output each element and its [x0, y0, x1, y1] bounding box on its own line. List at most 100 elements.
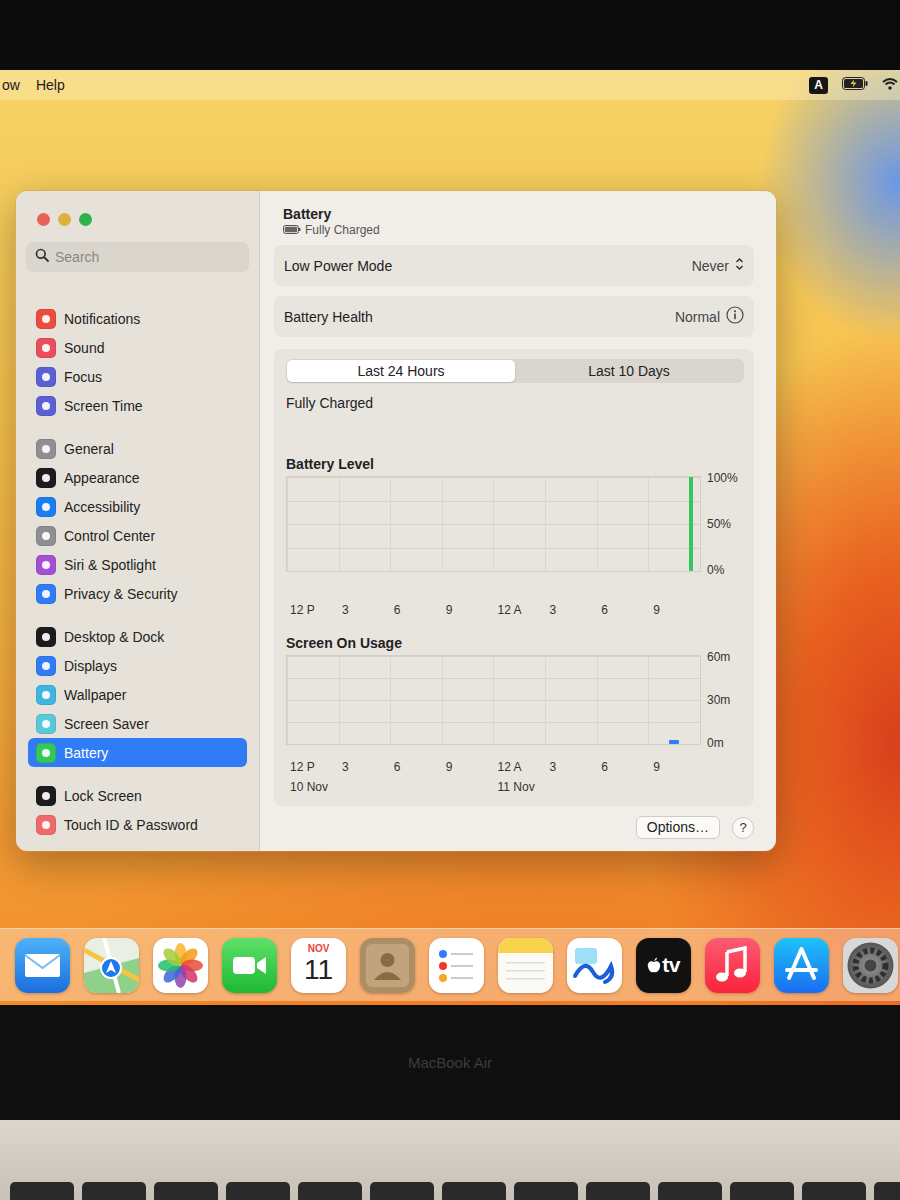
keyboard-key[interactable]: [226, 1182, 290, 1200]
usage-panel: Last 24 HoursLast 10 DaysFully ChargedBa…: [274, 349, 754, 806]
settings-icon: [36, 714, 56, 734]
sidebar-group: Lock ScreenTouch ID & Password: [16, 781, 259, 839]
magnifier-icon: [35, 248, 49, 266]
input-source-badge[interactable]: A: [809, 77, 828, 94]
keyboard-key[interactable]: [874, 1182, 900, 1200]
pane-title: Battery: [283, 205, 754, 223]
screen-usage-chart: Screen On Usage60m30m0m12 P36912 A36910 …: [286, 635, 744, 794]
sidebar-item[interactable]: Siri & Spotlight: [28, 550, 247, 579]
keyboard-key[interactable]: [802, 1182, 866, 1200]
keyboard-key[interactable]: [154, 1182, 218, 1200]
zoom-button[interactable]: [79, 213, 92, 226]
settings-icon: [36, 367, 56, 387]
keyboard-key[interactable]: [442, 1182, 506, 1200]
keyboard-key[interactable]: [82, 1182, 146, 1200]
sidebar-item[interactable]: Sound: [28, 333, 247, 362]
sidebar-item[interactable]: General: [28, 434, 247, 463]
settings-icon: [36, 497, 56, 517]
sidebar-item[interactable]: Lock Screen: [28, 781, 247, 810]
facetime-icon[interactable]: [222, 938, 277, 993]
keyboard-key[interactable]: [10, 1182, 74, 1200]
keyboard-key[interactable]: [730, 1182, 794, 1200]
sidebar-item[interactable]: Focus: [28, 362, 247, 391]
settings-icon: [36, 338, 56, 358]
low-power-row: Low Power ModeNever: [274, 245, 754, 286]
pane-header: BatteryFully Charged: [274, 205, 754, 245]
settings-window: NotificationsSoundFocusScreen Time Genera…: [15, 190, 777, 852]
sidebar-item[interactable]: Displays: [28, 651, 247, 680]
maps-icon[interactable]: [84, 938, 139, 993]
keyboard-key[interactable]: [658, 1182, 722, 1200]
contacts-icon[interactable]: [360, 938, 415, 993]
y-axis: 60m30m0m: [707, 650, 730, 750]
app-store-icon[interactable]: [774, 938, 829, 993]
range-tab[interactable]: Last 24 Hours: [287, 360, 515, 382]
sidebar-item[interactable]: Appearance: [28, 463, 247, 492]
menu-item[interactable]: ow: [2, 77, 20, 93]
search-field[interactable]: [26, 242, 249, 272]
settings-icon: [36, 786, 56, 806]
sidebar-list: NotificationsSoundFocusScreen Time Genera…: [16, 304, 259, 839]
menu-item[interactable]: Help: [36, 77, 65, 93]
sidebar-group: GeneralAppearanceAccessibilityControl Ce…: [16, 434, 259, 608]
menu-bar: ow Help A: [0, 70, 900, 100]
apple-tv-icon[interactable]: tv: [636, 938, 691, 993]
search-input[interactable]: [55, 249, 240, 265]
help-button[interactable]: ?: [732, 817, 754, 839]
range-tab[interactable]: Last 10 Days: [515, 360, 743, 382]
keyboard-key[interactable]: [370, 1182, 434, 1200]
screen-bezel-top: [0, 0, 900, 70]
keyboard-key[interactable]: [514, 1182, 578, 1200]
music-icon[interactable]: [705, 938, 760, 993]
settings-icon: [36, 656, 56, 676]
sidebar-item[interactable]: Accessibility: [28, 492, 247, 521]
sidebar: NotificationsSoundFocusScreen Time Genera…: [16, 191, 260, 851]
mode-popup[interactable]: Never: [692, 257, 744, 274]
stepper-icon: [735, 257, 744, 274]
battery-pane: BatteryFully ChargedLow Power ModeNever B…: [260, 191, 776, 851]
settings-icon: [36, 309, 56, 329]
y-axis: 100%50%0%: [707, 471, 738, 577]
battery-charging-icon[interactable]: [842, 77, 868, 93]
mail-icon[interactable]: [15, 938, 70, 993]
sidebar-item[interactable]: Wallpaper: [28, 680, 247, 709]
settings-icon: [36, 439, 56, 459]
notes-icon[interactable]: [498, 938, 553, 993]
options-button[interactable]: Options…: [636, 816, 720, 839]
chart-bar: [669, 740, 679, 744]
minimize-button[interactable]: [58, 213, 71, 226]
sidebar-item[interactable]: Touch ID & Password: [28, 810, 247, 839]
sidebar-item[interactable]: Screen Time: [28, 391, 247, 420]
info-icon[interactable]: [726, 306, 744, 327]
photos-icon[interactable]: [153, 938, 208, 993]
chart-bar: [689, 477, 693, 571]
sidebar-group: Desktop & DockDisplaysWallpaperScreen Sa…: [16, 622, 259, 767]
close-button[interactable]: [37, 213, 50, 226]
sidebar-group: NotificationsSoundFocusScreen Time: [16, 304, 259, 420]
wifi-icon[interactable]: [882, 77, 898, 93]
settings-icon: [36, 396, 56, 416]
keyboard: [0, 1120, 900, 1200]
apple-logo-icon: [647, 957, 661, 974]
calendar-icon[interactable]: NOV11: [291, 938, 346, 993]
sidebar-item[interactable]: Control Center: [28, 521, 247, 550]
battery-icon: [283, 223, 301, 238]
system-settings-icon[interactable]: [843, 938, 898, 993]
keyboard-key[interactable]: [586, 1182, 650, 1200]
freeform-icon[interactable]: [567, 938, 622, 993]
sidebar-item[interactable]: Notifications: [28, 304, 247, 333]
settings-icon: [36, 526, 56, 546]
sidebar-item[interactable]: Desktop & Dock: [28, 622, 247, 651]
chart-plot: [286, 655, 701, 745]
window-controls: [16, 191, 259, 226]
sidebar-item[interactable]: Battery: [28, 738, 247, 767]
sidebar-item[interactable]: Screen Saver: [28, 709, 247, 738]
x-axis: 12 P36912 A369: [286, 603, 701, 617]
settings-icon: [36, 468, 56, 488]
reminders-icon[interactable]: [429, 938, 484, 993]
keyboard-key[interactable]: [298, 1182, 362, 1200]
sidebar-item[interactable]: Privacy & Security: [28, 579, 247, 608]
settings-icon: [36, 743, 56, 763]
chart-title: Battery Level: [286, 456, 744, 472]
battery-level-chart: Battery Level100%50%0% 12 P36912 A369: [286, 456, 744, 617]
